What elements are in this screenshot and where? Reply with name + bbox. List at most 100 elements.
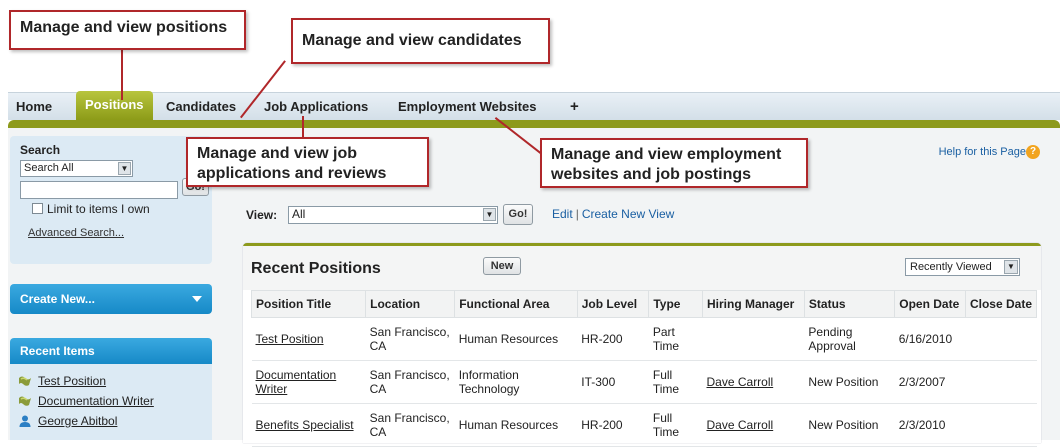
position-link[interactable]: Test Position bbox=[256, 332, 324, 346]
cell-position-title[interactable]: Documentation Writer bbox=[251, 360, 366, 404]
column-header[interactable]: Position Title bbox=[250, 290, 367, 318]
callout-candidates: Manage and view candidates bbox=[291, 18, 550, 64]
cell-status: New Position bbox=[804, 360, 895, 404]
cell-position-title[interactable]: Test Position bbox=[251, 317, 366, 361]
cell-job-level: IT-300 bbox=[577, 360, 649, 404]
position-icon bbox=[19, 396, 31, 406]
view-select-value: All bbox=[292, 207, 306, 221]
chevron-down-icon: ▼ bbox=[1004, 260, 1018, 274]
cell-functional-area: Information Technology bbox=[454, 360, 578, 404]
triangle-down-icon bbox=[192, 296, 202, 302]
recent-item[interactable]: Test Position bbox=[18, 374, 106, 388]
cell-type: Full Time bbox=[648, 360, 703, 404]
sort-select[interactable]: Recently Viewed ▼ bbox=[905, 258, 1020, 276]
table-row: Test Position San Francisco, CA Human Re… bbox=[251, 317, 1037, 361]
cell-open-date: 6/16/2010 bbox=[894, 317, 966, 361]
chevron-down-icon: ▼ bbox=[483, 208, 496, 221]
create-new-label: Create New... bbox=[20, 292, 95, 306]
create-new-button[interactable]: Create New... bbox=[10, 284, 212, 314]
sort-select-value: Recently Viewed bbox=[910, 261, 992, 273]
link-separator: | bbox=[575, 207, 579, 221]
positions-table: Position Title Location Functional Area … bbox=[250, 290, 1038, 447]
column-header[interactable]: Status bbox=[803, 290, 896, 318]
recent-items-list: Test Position Documentation Writer Georg… bbox=[10, 364, 212, 440]
recent-positions-panel: Recent Positions New Recently Viewed ▼ P… bbox=[243, 243, 1041, 447]
new-position-button[interactable]: New bbox=[483, 257, 521, 275]
column-header[interactable]: Open Date bbox=[894, 290, 966, 318]
tab-divider bbox=[8, 120, 1060, 128]
cell-position-title[interactable]: Benefits Specialist bbox=[251, 403, 366, 447]
search-title: Search bbox=[20, 143, 61, 157]
cell-open-date: 2/3/2010 bbox=[894, 403, 966, 447]
search-input[interactable] bbox=[20, 181, 178, 199]
tab-job-applications[interactable]: Job Applications bbox=[264, 93, 368, 121]
table-row: Documentation Writer San Francisco, CA I… bbox=[251, 360, 1037, 404]
cell-job-level: HR-200 bbox=[577, 403, 649, 447]
edit-view-link[interactable]: Edit bbox=[552, 207, 573, 221]
cell-location: San Francisco, CA bbox=[365, 403, 455, 447]
panel-title: Recent Positions bbox=[251, 260, 381, 277]
cell-open-date: 2/3/2007 bbox=[894, 360, 966, 404]
limit-label: Limit to items I own bbox=[47, 202, 150, 216]
callout-employment-websites: Manage and view employment websites and … bbox=[540, 138, 808, 188]
cell-job-level: HR-200 bbox=[577, 317, 649, 361]
column-header[interactable]: Hiring Manager bbox=[702, 290, 805, 318]
recent-items-header: Recent Items bbox=[10, 338, 212, 364]
cell-status: New Position bbox=[804, 403, 895, 447]
search-box: Search Search All ▼ Go! Limit to items I… bbox=[10, 136, 212, 264]
help-icon[interactable]: ? bbox=[1026, 145, 1040, 159]
cell-close-date bbox=[965, 317, 1037, 361]
recent-item[interactable]: George Abitbol bbox=[18, 414, 117, 428]
table-row: Benefits Specialist San Francisco, CA Hu… bbox=[251, 403, 1037, 447]
position-link[interactable]: Benefits Specialist bbox=[256, 418, 354, 432]
search-scope-value: Search All bbox=[24, 162, 74, 174]
limit-checkbox[interactable] bbox=[32, 203, 43, 214]
cell-functional-area: Human Resources bbox=[454, 403, 578, 447]
create-new-view-link[interactable]: Create New View bbox=[582, 207, 674, 221]
view-go-button[interactable]: Go! bbox=[503, 204, 533, 225]
column-header[interactable]: Functional Area bbox=[454, 290, 578, 318]
column-header[interactable]: Job Level bbox=[576, 290, 650, 318]
table-header-row: Position Title Location Functional Area … bbox=[250, 290, 1038, 318]
cell-status: Pending Approval bbox=[804, 317, 895, 361]
column-header[interactable]: Close Date bbox=[964, 290, 1038, 318]
position-link[interactable]: Documentation Writer bbox=[256, 368, 337, 396]
hiring-manager-link[interactable]: Dave Carroll bbox=[707, 418, 774, 432]
cell-close-date bbox=[965, 360, 1037, 404]
position-icon bbox=[19, 376, 31, 386]
person-icon bbox=[19, 415, 31, 427]
advanced-search-link[interactable]: Advanced Search... bbox=[28, 227, 124, 239]
tab-home[interactable]: Home bbox=[16, 93, 52, 121]
view-select[interactable]: All ▼ bbox=[288, 206, 498, 224]
view-label: View: bbox=[246, 208, 278, 222]
cell-type: Part Time bbox=[648, 317, 703, 361]
add-tab-icon[interactable]: + bbox=[570, 93, 579, 121]
tab-employment-websites[interactable]: Employment Websites bbox=[398, 93, 536, 121]
callout-leader bbox=[121, 48, 123, 100]
tab-positions[interactable]: Positions bbox=[76, 91, 153, 121]
callout-job-applications: Manage and view job applications and rev… bbox=[186, 137, 429, 187]
recent-item-link[interactable]: George Abitbol bbox=[38, 414, 117, 428]
cell-type: Full Time bbox=[648, 403, 703, 447]
cell-location: San Francisco, CA bbox=[365, 360, 455, 404]
cell-close-date bbox=[965, 403, 1037, 447]
chevron-down-icon: ▼ bbox=[118, 162, 131, 175]
tab-bar: Home Positions Candidates Job Applicatio… bbox=[8, 91, 1060, 121]
cell-hiring-manager: Dave Carroll bbox=[702, 360, 805, 404]
help-link[interactable]: Help for this Page bbox=[939, 146, 1026, 158]
cell-location: San Francisco, CA bbox=[365, 317, 455, 361]
view-links: Edit | Create New View bbox=[552, 207, 674, 221]
sidebar: Search Search All ▼ Go! Limit to items I… bbox=[10, 136, 212, 440]
recent-item-link[interactable]: Test Position bbox=[38, 374, 106, 388]
callout-positions: Manage and view positions bbox=[9, 10, 246, 50]
search-scope-select[interactable]: Search All ▼ bbox=[20, 160, 133, 177]
column-header[interactable]: Type bbox=[648, 290, 703, 318]
tab-candidates[interactable]: Candidates bbox=[166, 93, 236, 121]
recent-item-link[interactable]: Documentation Writer bbox=[38, 394, 154, 408]
cell-hiring-manager bbox=[702, 317, 805, 361]
cell-hiring-manager: Dave Carroll bbox=[702, 403, 805, 447]
cell-functional-area: Human Resources bbox=[454, 317, 578, 361]
hiring-manager-link[interactable]: Dave Carroll bbox=[707, 375, 774, 389]
recent-item[interactable]: Documentation Writer bbox=[18, 394, 154, 408]
column-header[interactable]: Location bbox=[365, 290, 456, 318]
